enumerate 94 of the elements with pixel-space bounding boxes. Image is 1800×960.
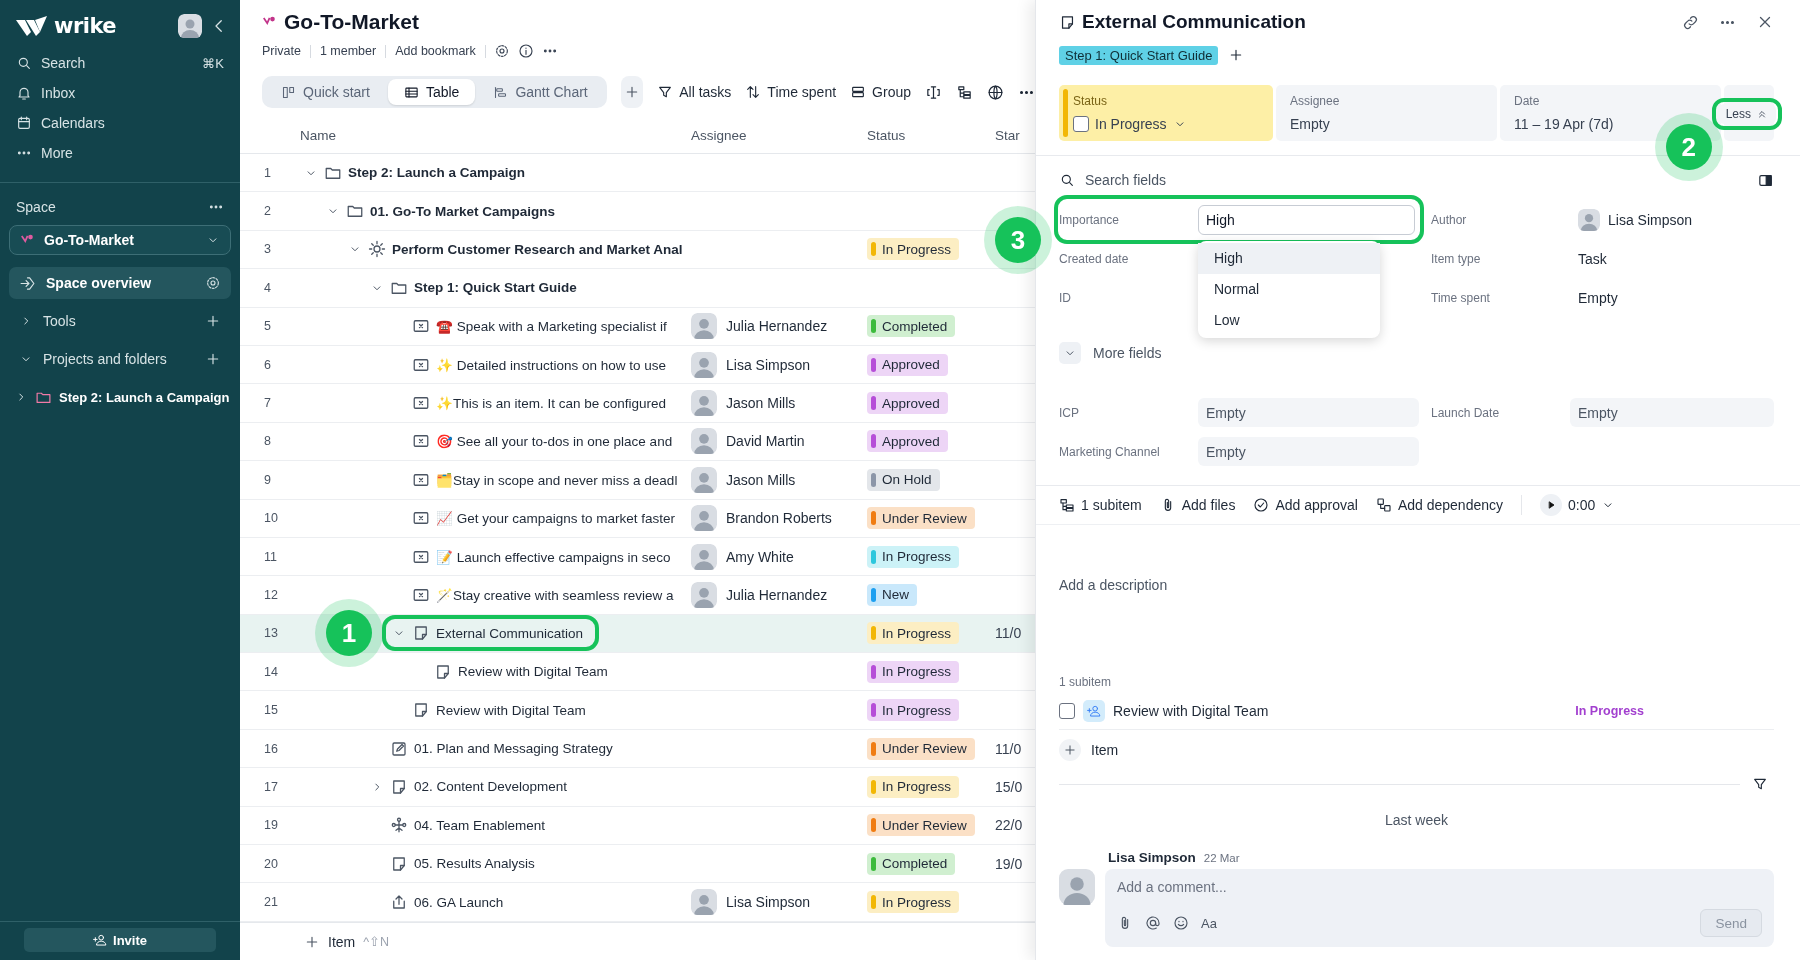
field-label: Status: [1073, 94, 1109, 108]
start-date: 15/0: [995, 778, 1023, 795]
item-name: 🗂Stay in scope and never miss a deadl: [436, 471, 678, 488]
item-name: ✨This is an item. It can be configured: [436, 395, 667, 412]
start-date: 22/0: [995, 817, 1023, 834]
item-name: Step 1: Quick Start Guide: [414, 280, 577, 296]
item-name: ☎ Speak with a Marketing specialist if: [436, 318, 667, 335]
timer-value: 0:00: [1568, 497, 1596, 513]
row-number: 10: [263, 511, 279, 526]
item-name: 🪄Stay creative with seamless review a: [436, 587, 674, 603]
status-value: In Progress: [1095, 116, 1167, 132]
row-number: 7: [263, 396, 272, 411]
nav-label: More: [41, 145, 74, 161]
item-name: 🎯 See all your to-dos in one place and: [436, 433, 673, 450]
row-number: 12: [263, 588, 279, 602]
row-number: 6: [263, 357, 272, 372]
row-number: 8: [263, 434, 272, 449]
nav-label: Inbox: [41, 85, 77, 101]
row-number: 15: [263, 703, 279, 718]
item-name: ✨ Detailed instructions on how to use: [436, 356, 667, 373]
assignee-name: Julia Hernandez: [726, 587, 828, 603]
field-label: Created date: [1059, 251, 1130, 266]
item-name: 📈 Get your campaigns to market faster: [436, 510, 676, 527]
nav-label: Search: [41, 55, 87, 71]
field-label: Assignee: [1290, 94, 1341, 108]
assignee-name: Brandon Roberts: [726, 510, 832, 527]
sidebar-label: Tools: [43, 313, 77, 329]
comment-date: 22 Mar: [1203, 851, 1240, 864]
row-number: 13: [263, 626, 279, 641]
row-number: 17: [263, 779, 279, 794]
field-value: Lisa Simpson: [1608, 211, 1693, 228]
subitems-heading: 1 subitem: [1059, 675, 1113, 689]
shortcut-hint: ^⇧N: [363, 934, 390, 949]
item-name: Step 2: Launch a Campaign: [348, 165, 526, 181]
assignee-name: Lisa Simpson: [726, 356, 811, 373]
item-name: Review with Digital Team: [458, 664, 608, 680]
row-number: 19: [263, 818, 279, 833]
subitem-status: In Progress: [1575, 704, 1644, 718]
item-name: 05. Results Analysis: [414, 856, 535, 872]
sidebar-label: Space overview: [46, 275, 153, 291]
field-label: Importance: [1059, 212, 1121, 227]
field-label: ICP: [1059, 405, 1080, 420]
row-number: 3: [263, 242, 272, 257]
item-name: 06. GA Launch: [414, 894, 504, 910]
sidebar-label: Step 2: Launch a Campaign: [59, 389, 230, 405]
nav-label: Calendars: [41, 115, 106, 131]
item-name: Review with Digital Team: [436, 702, 586, 718]
sidebar-label: Projects and folders: [43, 351, 168, 367]
row-number: 11: [263, 549, 278, 564]
field-label: ID: [1059, 290, 1072, 305]
field-label: Time spent: [1431, 290, 1491, 305]
field-label: Author: [1431, 212, 1468, 227]
item-name: 01. Go-To Market Campaigns: [370, 203, 556, 219]
item-name: Perform Customer Research and Market Anal: [392, 241, 683, 257]
row-number: 14: [263, 664, 279, 679]
item-name: External Communication: [436, 625, 584, 641]
assignee-name: Jason Mills: [726, 395, 796, 412]
field-value: Task: [1578, 250, 1607, 267]
row-number: 2: [263, 204, 272, 219]
field-value: Empty: [1290, 116, 1330, 132]
assignee-name: David Martin: [726, 433, 805, 450]
start-date: 11/0: [995, 625, 1022, 642]
row-number: 20: [263, 856, 279, 871]
field-value: Empty: [1578, 289, 1618, 306]
timeline-group-label: Last week: [1383, 812, 1449, 828]
row-number: 16: [263, 741, 279, 756]
panel-title: External Communication: [1082, 11, 1307, 33]
item-name: 02. Content Development: [414, 779, 568, 795]
row-number: 1: [263, 165, 272, 180]
page-title: Go-To-Market: [284, 10, 419, 34]
field-label: Marketing Channel: [1059, 444, 1161, 459]
item-name: 01. Plan and Messaging Strategy: [414, 741, 613, 757]
section-heading: Space: [16, 199, 57, 215]
field-label: Item type: [1431, 251, 1482, 266]
start-date: 11/0: [995, 740, 1022, 757]
assignee-name: Julia Hernandez: [726, 318, 828, 335]
field-label: Date: [1514, 94, 1541, 108]
row-number: 5: [263, 319, 272, 334]
row-number: 9: [263, 472, 272, 487]
comment-author: Lisa Simpson: [1108, 850, 1196, 865]
assignee-name: Amy White: [726, 548, 794, 565]
assignee-name: Jason Mills: [726, 471, 796, 488]
field-label: Launch Date: [1431, 405, 1501, 420]
step-callout-tooltip: 1: [326, 610, 372, 657]
shortcut-hint: ⌘K: [202, 55, 224, 71]
assignee-name: Lisa Simpson: [726, 894, 811, 911]
step-callout-tooltip: 2: [1665, 124, 1712, 170]
item-name: 📝 Launch effective campaigns in seco: [436, 548, 671, 565]
row-number: 21: [263, 895, 279, 910]
item-name: 04. Team Enablement: [414, 817, 546, 833]
logo-text: wrike: [54, 14, 117, 38]
start-date: 19/0: [995, 855, 1023, 872]
row-number: 4: [263, 280, 272, 295]
field-value: 11 – 19 Apr (7d): [1514, 116, 1614, 132]
